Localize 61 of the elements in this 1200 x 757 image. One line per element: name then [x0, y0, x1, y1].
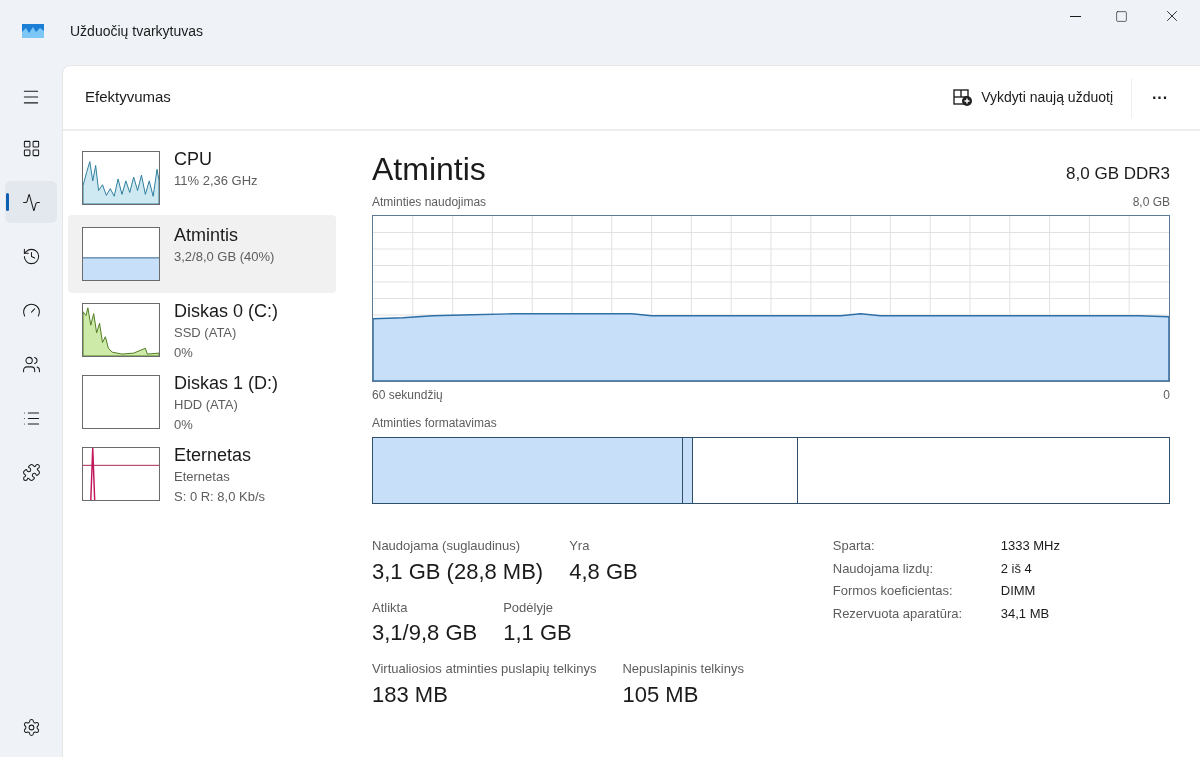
device-detail: HDD (ATA)	[174, 396, 239, 414]
property-value: DIMM	[1000, 582, 1037, 600]
stat-label: Podėlyje	[503, 598, 555, 617]
users-icon	[21, 354, 41, 374]
history-icon	[21, 246, 41, 266]
maximize-icon	[1114, 9, 1128, 23]
device-name: Eternetas	[174, 444, 253, 467]
device-name: Atmintis	[174, 224, 239, 247]
app-icon	[22, 24, 44, 38]
property-label: Rezervuota aparatūra:	[832, 604, 964, 623]
stat-label: Atlikta	[372, 598, 409, 617]
page-title: Efektyvumas	[85, 87, 172, 108]
detail-title: Atmintis	[372, 150, 486, 189]
puzzle-icon	[21, 462, 41, 482]
property-value: 1333 MHz	[1000, 537, 1060, 555]
more-button[interactable]: ···	[1142, 81, 1178, 114]
device-detail: S: 0 R: 8,0 Kb/s	[174, 488, 266, 506]
device-name: Diskas 0 (C:)	[174, 300, 278, 323]
device-detail: SSD (ATA)	[174, 324, 238, 342]
time-axis-label: 0	[1163, 387, 1170, 404]
property-label: Formos koeficientas:	[832, 582, 954, 600]
device-detail: 11% 2,36 GHz	[174, 172, 258, 190]
property-label: Naudojama lizdų:	[832, 559, 935, 578]
memory-spec: 8,0 GB DDR3	[1066, 162, 1170, 185]
stat-value: 3,1/9,8 GB	[372, 619, 478, 647]
device-item[interactable]: CPU 11% 2,36 GHz	[68, 149, 336, 207]
time-axis-label: 60 sekundžių	[372, 387, 443, 404]
chart-label: Atminties naudojimas	[372, 194, 487, 211]
device-detail: 0%	[174, 416, 194, 434]
property-value: 2 iš 4	[1000, 559, 1033, 578]
grid-icon	[21, 138, 41, 158]
device-item[interactable]: Diskas 0 (C:) SSD (ATA) 0%	[68, 301, 336, 365]
device-name: Diskas 1 (D:)	[174, 372, 278, 395]
selection-indicator	[6, 193, 9, 211]
composition-label: Atminties formatavimas	[372, 415, 498, 432]
property-value: 34,1 MB	[1000, 604, 1051, 623]
new-task-icon	[953, 88, 974, 107]
stat-value: 1,1 GB	[503, 619, 572, 647]
device-name: CPU	[174, 148, 213, 171]
chart-max-label: 8,0 GB	[1132, 194, 1170, 211]
pulse-icon	[21, 192, 41, 212]
stat-label: Nepuslapinis telkinys	[622, 660, 744, 678]
device-detail: 0%	[174, 344, 194, 362]
nav-item[interactable]	[5, 181, 57, 223]
property-label: Sparta:	[832, 537, 876, 555]
device-detail: 3,2/8,0 GB (40%)	[174, 248, 275, 266]
minimize-icon	[1069, 15, 1081, 17]
stat-value: 105 MB	[622, 680, 700, 709]
stat-value: 4,8 GB	[569, 557, 638, 586]
stat-label: Naudojama (suglaudinus)	[372, 537, 522, 555]
stat-label: Virtualiosios atminties puslapių telkinys	[372, 660, 597, 678]
device-item[interactable]: Atmintis 3,2/8,0 GB (40%)	[68, 215, 336, 293]
device-item[interactable]: Diskas 1 (D:) HDD (ATA) 0%	[68, 373, 336, 437]
stat-value: 183 MB	[372, 680, 449, 709]
stat-label: Yra	[569, 537, 591, 555]
device-detail: Eternetas	[174, 468, 231, 486]
run-task-button[interactable]: Vykdyti naują užduotį	[945, 81, 1121, 114]
stat-value: 3,1 GB (28,8 MB)	[372, 557, 544, 586]
device-item[interactable]: Eternetas Eternetas S: 0 R: 8,0 Kb/s	[68, 445, 336, 509]
window-title: Užduočių tvarkytuvas	[70, 21, 204, 41]
settings-icon	[21, 717, 41, 737]
